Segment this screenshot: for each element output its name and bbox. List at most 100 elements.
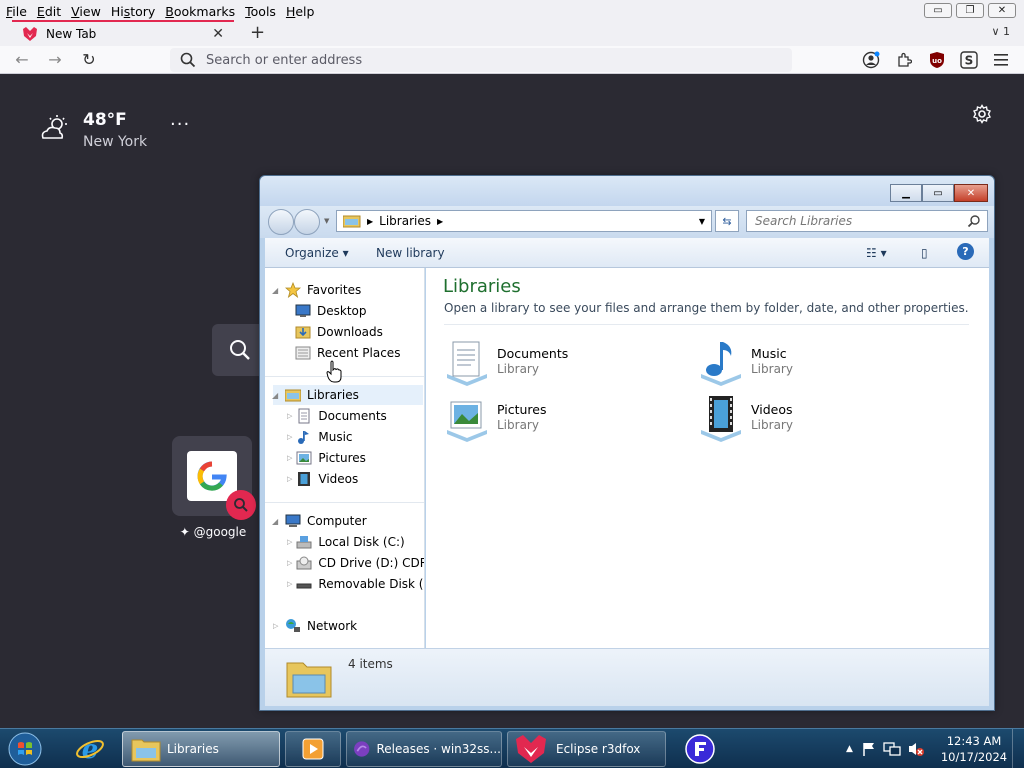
reload-icon[interactable]: ↻ xyxy=(80,51,98,69)
library-item-documents[interactable]: Documents Library xyxy=(443,338,673,388)
explorer-back-button[interactable] xyxy=(268,209,294,235)
explorer-search-input[interactable]: Search Libraries xyxy=(746,210,988,232)
show-desktop-button[interactable] xyxy=(1012,729,1024,768)
library-item-pictures[interactable]: Pictures Library xyxy=(443,394,673,444)
nav-videos[interactable]: ▷ Videos xyxy=(287,469,358,489)
explorer-address-box[interactable]: ▶ Libraries ▶ ▼ xyxy=(336,210,712,232)
address-dropdown-icon[interactable]: ▼ xyxy=(699,217,705,226)
back-forward-buttons: ▼ xyxy=(268,209,329,235)
explorer-close-button[interactable]: ✕ xyxy=(954,184,988,202)
nav-documents[interactable]: ▷ Documents xyxy=(287,406,387,426)
preview-pane-icon[interactable]: ▯ xyxy=(921,246,928,260)
nav-network[interactable]: ▷ Network xyxy=(273,616,357,636)
nav-libraries[interactable]: ◢ Libraries xyxy=(272,385,423,405)
list-all-tabs-chevron-icon[interactable]: ∨ 1 xyxy=(991,25,1010,38)
taskbar-libraries[interactable]: Libraries xyxy=(122,731,280,767)
forward-arrow-icon[interactable]: → xyxy=(46,51,64,69)
menu-tools[interactable]: Tools xyxy=(245,4,276,19)
change-view-icon[interactable]: ☷ ▾ xyxy=(866,246,887,260)
s-extension-icon[interactable]: S xyxy=(959,50,979,70)
show-hidden-icons-icon[interactable]: ▲ xyxy=(846,744,853,754)
menu-history[interactable]: History xyxy=(111,4,155,19)
weather-temperature: 48°F xyxy=(83,110,127,130)
google-shortcut-tile[interactable] xyxy=(172,436,256,520)
nav-cd-drive[interactable]: ▷ CD Drive (D:) CDROM xyxy=(287,553,424,573)
network-icon xyxy=(286,619,300,632)
nav-divider xyxy=(265,502,424,503)
menu-view[interactable]: View xyxy=(71,4,101,19)
restore-button[interactable]: ❐ xyxy=(956,3,984,18)
newtab-settings-gear-icon[interactable] xyxy=(972,104,992,127)
nav-local-disk[interactable]: ▷ Local Disk (C:) xyxy=(287,532,405,552)
library-item-music[interactable]: Music Library xyxy=(697,338,927,388)
close-button[interactable]: ✕ xyxy=(988,3,1016,18)
f-app-icon xyxy=(685,734,715,764)
organize-button[interactable]: Organize ▾ xyxy=(285,246,349,260)
explorer-titlebar[interactable]: ▁ ▭ ✕ xyxy=(260,176,994,206)
menu-edit[interactable]: Edit xyxy=(37,4,61,19)
explorer-maximize-button[interactable]: ▭ xyxy=(922,184,954,202)
library-item-videos[interactable]: Videos Library xyxy=(697,394,927,444)
help-icon[interactable]: ? xyxy=(957,243,974,260)
recent-pages-chevron-icon[interactable]: ▼ xyxy=(324,217,329,225)
libraries-folder-icon xyxy=(285,389,301,402)
taskbar-f-app[interactable] xyxy=(678,731,722,767)
nav-recent-places[interactable]: Recent Places xyxy=(295,343,400,363)
nav-computer[interactable]: ◢ Computer xyxy=(272,511,367,531)
taskbar-media-player[interactable] xyxy=(285,731,341,767)
nav-pictures[interactable]: ▷ Pictures xyxy=(287,448,366,468)
tab-close-icon[interactable]: ✕ xyxy=(212,26,224,42)
ublock-origin-icon[interactable]: uo xyxy=(927,50,947,70)
refresh-icon[interactable]: ⇆ xyxy=(715,210,739,232)
taskbar-eclipse-r3dfox[interactable]: Eclipse r3dfox xyxy=(507,731,666,767)
search-icon xyxy=(967,215,980,228)
removable-disk-icon xyxy=(296,583,312,589)
account-icon[interactable] xyxy=(861,50,881,70)
address-bar[interactable]: Search or enter address xyxy=(170,48,792,72)
search-shortcut-badge-icon xyxy=(226,490,256,520)
explorer-details-pane: 4 items xyxy=(265,648,989,706)
explorer-minimize-button[interactable]: ▁ xyxy=(890,184,922,202)
nav-downloads[interactable]: Downloads xyxy=(295,322,383,342)
nav-divider xyxy=(265,376,424,377)
explorer-window: ▁ ▭ ✕ ▼ ▶ Libraries ▶ ▼ ⇆ Search Librari… xyxy=(259,175,995,711)
taskbar-internet-explorer[interactable]: e xyxy=(66,731,114,767)
browser-window-controls: ▭ ❐ ✕ xyxy=(924,3,1016,18)
tab-bar: New Tab ✕ + ∨ 1 xyxy=(0,20,1024,46)
explorer-address-row: ▼ ▶ Libraries ▶ ▼ ⇆ Search Libraries xyxy=(260,206,994,238)
new-library-button[interactable]: New library xyxy=(376,246,445,260)
weather-more-options-icon[interactable]: ··· xyxy=(170,114,190,135)
nav-desktop[interactable]: Desktop xyxy=(295,301,367,321)
computer-icon xyxy=(285,514,301,527)
libraries-folder-icon xyxy=(131,739,161,762)
hamburger-menu-icon[interactable] xyxy=(992,50,1012,70)
explorer-forward-button[interactable] xyxy=(294,209,320,235)
menu-file[interactable]: File xyxy=(6,4,27,19)
extensions-icon[interactable] xyxy=(894,50,914,70)
star-icon xyxy=(285,282,301,298)
clock-time: 12:43 AM xyxy=(946,734,1002,748)
minimize-button[interactable]: ▭ xyxy=(924,3,952,18)
videos-filmstrip-icon xyxy=(298,472,311,486)
address-crumb-libraries[interactable]: Libraries xyxy=(379,214,431,228)
nav-removable-disk[interactable]: ▷ Removable Disk (E:) xyxy=(287,574,424,594)
r3dfox-logo-icon xyxy=(516,735,546,763)
volume-muted-icon[interactable] xyxy=(907,741,925,757)
back-arrow-icon[interactable]: ← xyxy=(13,51,31,69)
nav-favorites[interactable]: ◢ Favorites xyxy=(272,280,361,300)
start-button[interactable] xyxy=(6,731,46,767)
nav-music[interactable]: ▷ Music xyxy=(287,427,353,447)
taskbar-clock[interactable]: 12:43 AM 10/17/2024 xyxy=(940,733,1008,765)
windows-orb-icon xyxy=(8,732,42,766)
taskbar-releases-window[interactable]: Releases · win32ss... xyxy=(346,731,502,767)
media-player-icon xyxy=(302,738,324,760)
network-status-icon[interactable] xyxy=(883,741,901,757)
new-tab-plus-icon[interactable]: + xyxy=(250,22,265,43)
menu-help[interactable]: Help xyxy=(286,4,315,19)
tab-new-tab[interactable]: New Tab ✕ xyxy=(12,20,234,46)
action-center-flag-icon[interactable] xyxy=(861,741,877,757)
libraries-large-folder-icon xyxy=(286,662,332,698)
explorer-content-pane: Libraries Open a library to see your fil… xyxy=(426,268,989,648)
menu-bookmarks[interactable]: Bookmarks xyxy=(165,4,235,19)
pictures-library-icon xyxy=(447,401,487,442)
